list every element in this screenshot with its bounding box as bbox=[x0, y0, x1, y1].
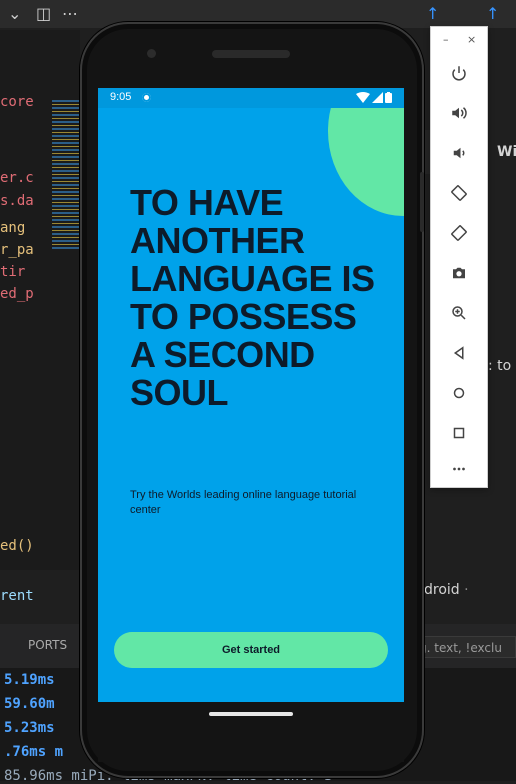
wifi-icon bbox=[356, 92, 370, 103]
code-line-1: core bbox=[0, 94, 34, 110]
arrow-up-icon-2[interactable]: ↑ bbox=[486, 4, 499, 23]
terminal-line: 5.23ms bbox=[4, 720, 55, 736]
overview-icon[interactable] bbox=[445, 419, 473, 447]
volume-up-icon[interactable] bbox=[445, 99, 473, 127]
right-pane-text: : to bbox=[488, 358, 512, 374]
notification-icon bbox=[142, 93, 151, 102]
tab-label-wi[interactable]: Wi bbox=[497, 144, 516, 160]
code-line-5: r_pa bbox=[0, 242, 34, 258]
filter-input[interactable]: g. text, !exclu bbox=[414, 636, 516, 658]
more-actions-icon[interactable]: ⋯ bbox=[62, 4, 78, 23]
zoom-icon[interactable] bbox=[445, 299, 473, 327]
volume-down-icon[interactable] bbox=[445, 139, 473, 167]
tab-ports[interactable]: PORTS bbox=[28, 638, 67, 652]
phone-speaker bbox=[212, 50, 290, 58]
navigation-bar bbox=[98, 702, 404, 762]
minimize-button[interactable]: – bbox=[443, 33, 449, 46]
app-screen: 9:05 TO HAVE ANOTHER LANGUAGE IS TO POSS… bbox=[98, 88, 404, 702]
phone-frame: 9:05 TO HAVE ANOTHER LANGUAGE IS TO POSS… bbox=[80, 22, 424, 778]
tab-label-droid[interactable]: droid · bbox=[424, 582, 469, 598]
headline: TO HAVE ANOTHER LANGUAGE IS TO POSSESS A… bbox=[130, 182, 375, 413]
status-icons bbox=[356, 92, 392, 103]
close-button[interactable]: × bbox=[467, 33, 476, 46]
split-editor-icon[interactable]: ◫ bbox=[36, 4, 51, 23]
terminal-line: .76ms m bbox=[4, 744, 64, 760]
code-line-8: ed() bbox=[0, 538, 34, 554]
terminal-line: 59.60m bbox=[4, 696, 55, 712]
more-icon[interactable] bbox=[445, 455, 473, 483]
home-icon[interactable] bbox=[445, 379, 473, 407]
emulator-toolbar: – × bbox=[430, 26, 488, 488]
power-icon[interactable] bbox=[445, 59, 473, 87]
code-line-3: s.da bbox=[0, 193, 34, 209]
rotate-right-icon[interactable] bbox=[445, 219, 473, 247]
code-line-6: tir bbox=[0, 264, 26, 280]
terminal-line: 5.19ms bbox=[4, 672, 55, 688]
code-line-2: er.c bbox=[0, 170, 34, 186]
back-icon[interactable] bbox=[445, 339, 473, 367]
battery-icon bbox=[385, 92, 392, 103]
subtitle: Try the Worlds leading online language t… bbox=[130, 489, 357, 516]
side-button bbox=[420, 172, 424, 232]
status-bar: 9:05 bbox=[98, 88, 404, 108]
signal-icon bbox=[372, 92, 383, 103]
code-line-7: ed_p bbox=[0, 286, 34, 302]
get-started-button[interactable]: Get started bbox=[114, 632, 388, 668]
front-camera bbox=[147, 49, 156, 58]
arrow-up-icon[interactable]: ↑ bbox=[426, 4, 439, 23]
rotate-left-icon[interactable] bbox=[445, 179, 473, 207]
status-time: 9:05 bbox=[110, 91, 132, 103]
home-gesture-bar[interactable] bbox=[209, 712, 293, 716]
code-line-9: rent bbox=[0, 588, 34, 604]
code-line-4: ang bbox=[0, 220, 26, 236]
camera-icon[interactable] bbox=[445, 259, 473, 287]
chevron-down-icon[interactable]: ⌄ bbox=[8, 4, 21, 23]
